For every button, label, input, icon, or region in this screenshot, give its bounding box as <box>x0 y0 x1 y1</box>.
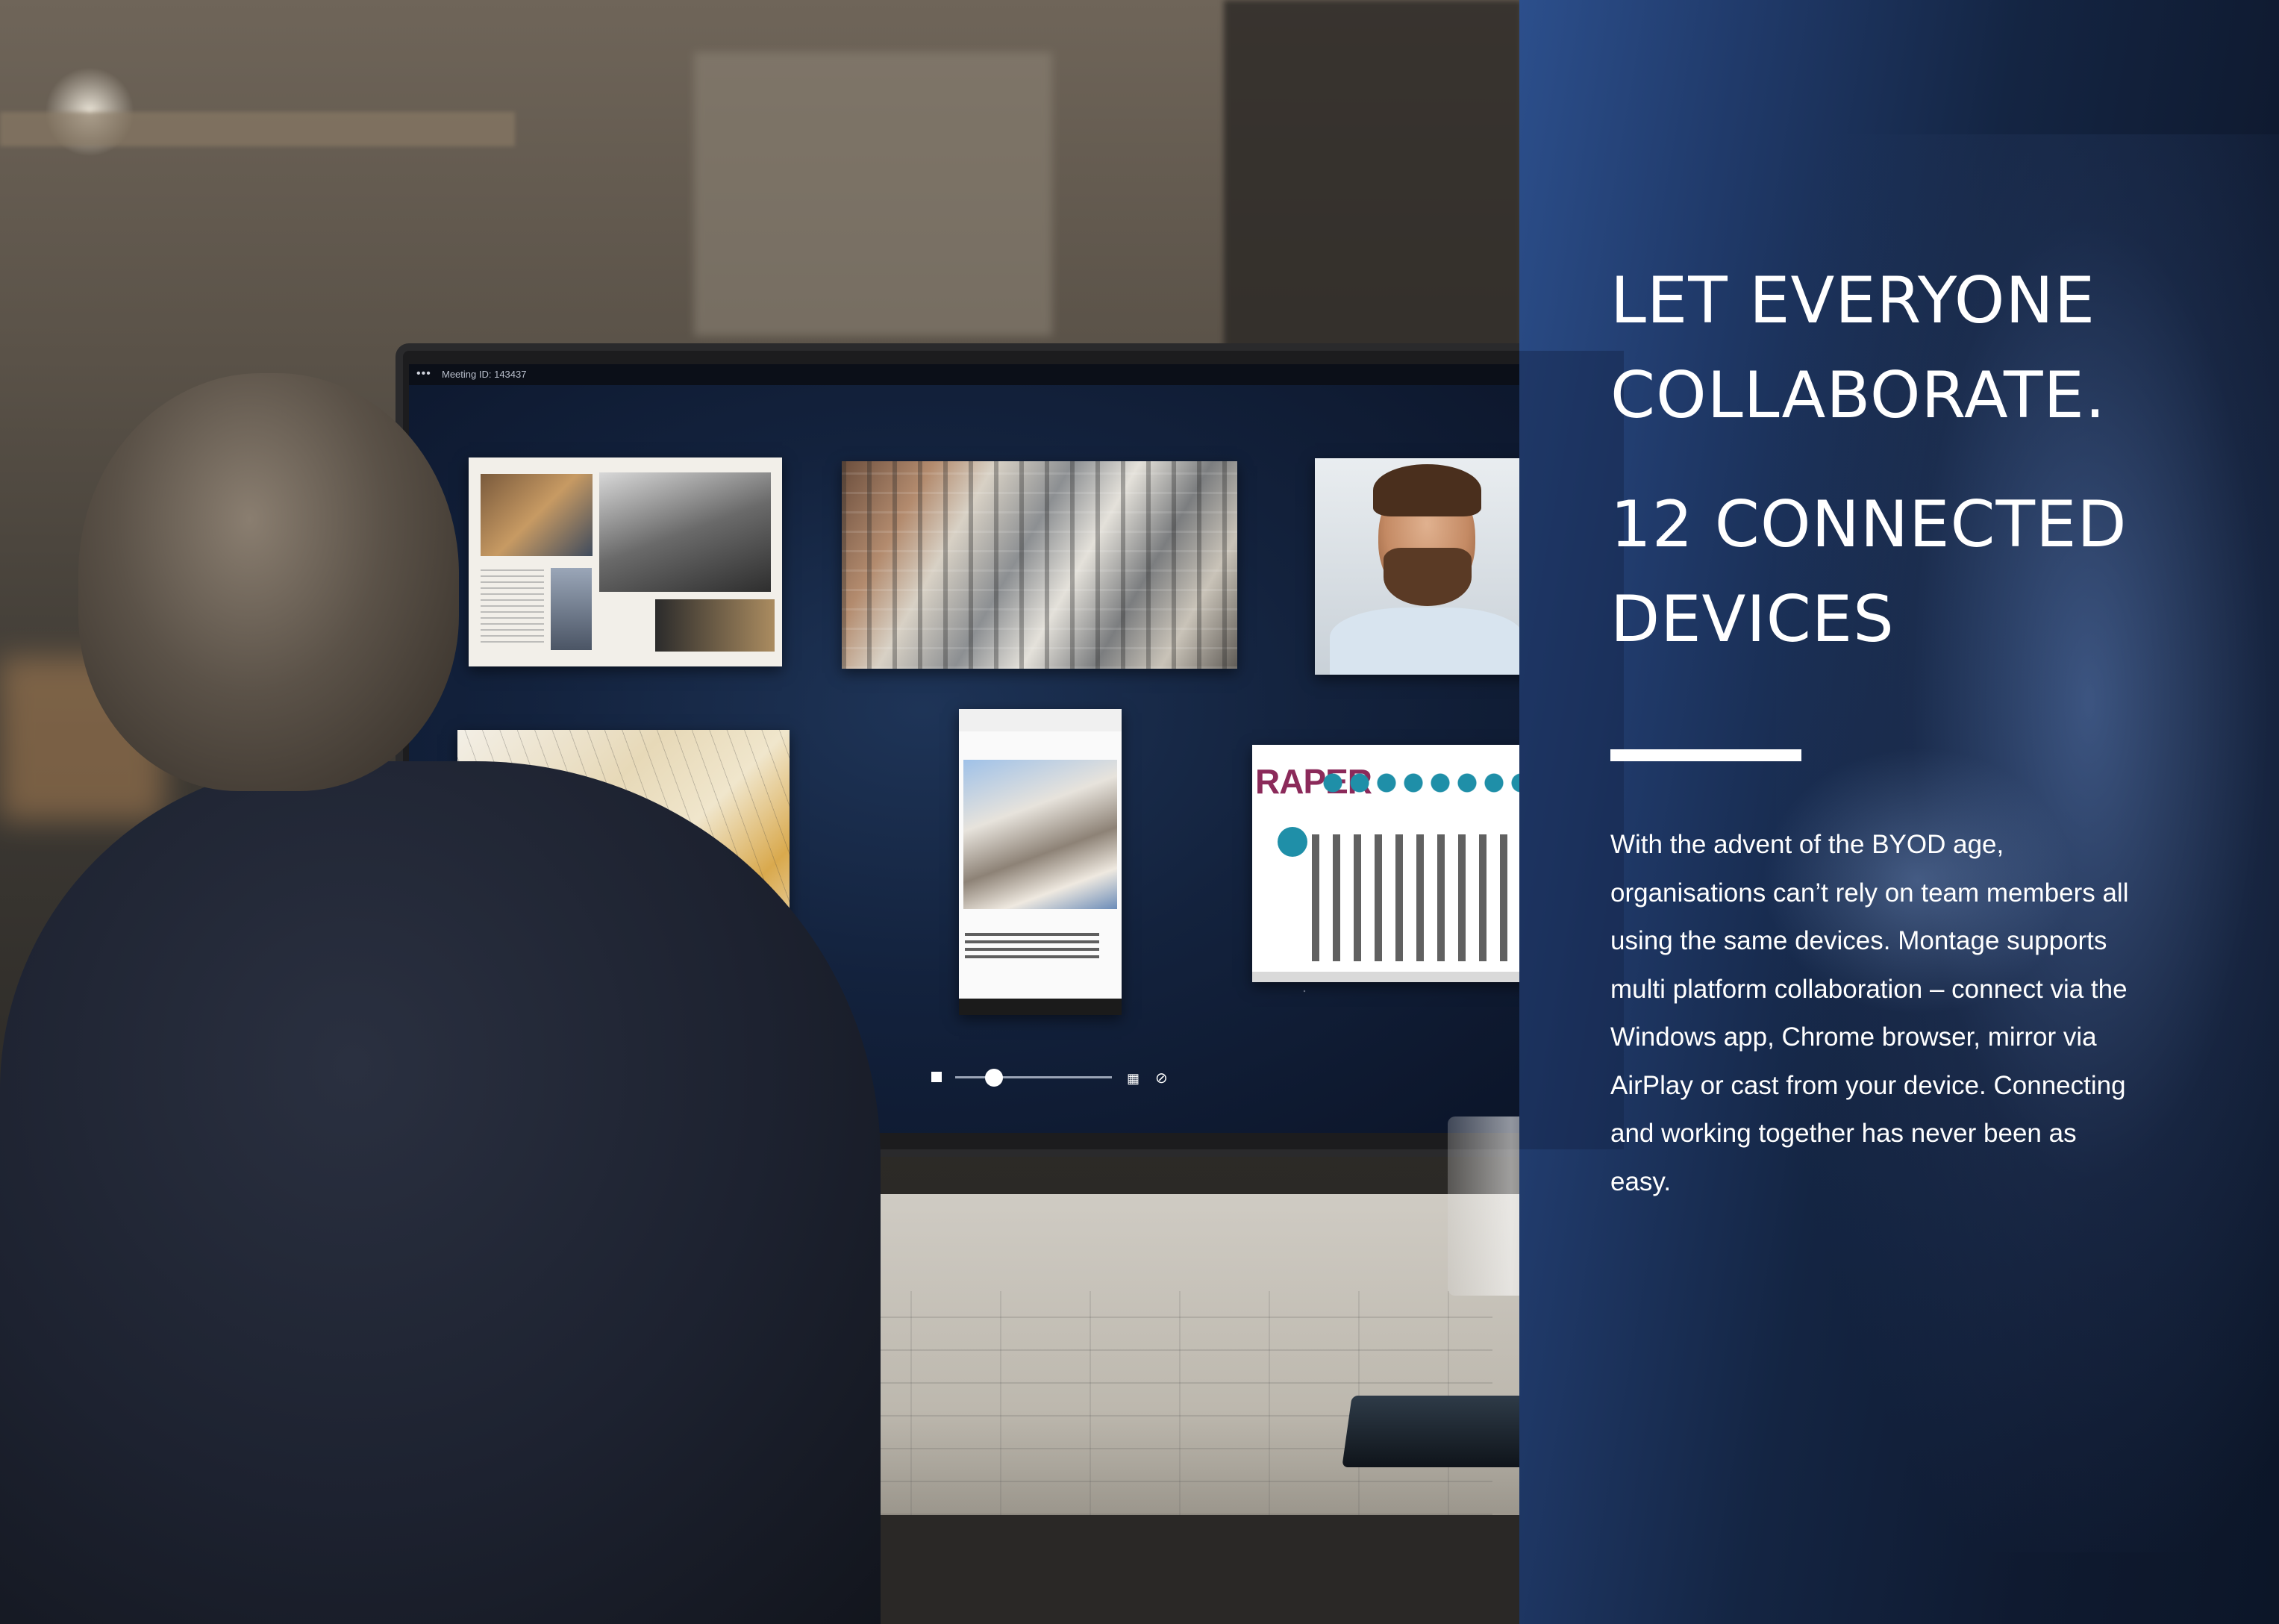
zoom-slider-track[interactable] <box>955 1076 1112 1078</box>
screen-top-bar: ••• Meeting ID: 143437 <box>409 364 1551 385</box>
meeting-id-label: Meeting ID: 143437 <box>442 369 527 380</box>
shared-tile-phone-screen[interactable] <box>959 709 1122 1015</box>
grid-view-icon[interactable]: ▦ <box>1127 1071 1140 1087</box>
menu-dots-icon[interactable]: ••• <box>416 367 431 381</box>
shared-tile-infographic[interactable]: RAPER <box>1252 745 1551 982</box>
playback-controls: ▦ ⊘ <box>931 1067 1319 1090</box>
phone-article-title <box>965 933 1099 960</box>
phone-house-photo <box>963 760 1117 909</box>
headline-line: LET EVERYONE COLLABORATE. <box>1610 263 2107 433</box>
seated-man-back <box>0 761 881 1624</box>
shared-tile-video-call[interactable] <box>1315 458 1539 675</box>
headline-collaborate: LET EVERYONE COLLABORATE. <box>1610 254 2106 443</box>
wall-shelf <box>0 112 515 146</box>
phone-nav-bar <box>959 999 1122 1015</box>
ad-page: ••• Meeting ID: 143437 RAPER ▦ ⊘ LET EVE… <box>0 0 2279 1624</box>
city-buildings <box>842 461 1237 669</box>
caller-beard <box>1384 548 1472 606</box>
caller-shirt <box>1330 608 1524 675</box>
headline-devices: 12 CONNECTED DEVICES <box>1610 478 2128 667</box>
magazine-text-block <box>481 569 544 644</box>
magazine-photo <box>599 472 771 592</box>
body-paragraph: With the advent of the BYOD age, organis… <box>1610 830 2129 1196</box>
infographic-skyscraper-bars <box>1312 834 1551 961</box>
seated-man-head <box>78 373 459 791</box>
divider-rule <box>1610 749 1801 761</box>
browser-taskbar <box>1252 972 1551 982</box>
zoom-slider-handle[interactable] <box>985 1069 1003 1087</box>
wall-shadow <box>1224 0 1522 388</box>
shared-tile-aerial-city[interactable] <box>842 461 1237 669</box>
magazine-photo <box>551 568 592 650</box>
infographic-year-markers <box>1323 773 1547 793</box>
caller-hair <box>1373 464 1481 516</box>
headline-line: 12 CONNECTED DEVICES <box>1610 487 2128 657</box>
magazine-photo <box>655 599 775 652</box>
phone-status-bar <box>959 709 1122 731</box>
magazine-photo <box>481 474 593 556</box>
wall-pinboard <box>694 52 1052 336</box>
shared-tile-magazine[interactable] <box>469 457 782 666</box>
monitor-edge-tinted <box>1519 351 1624 1149</box>
stop-icon[interactable] <box>931 1072 942 1082</box>
mute-icon[interactable]: ⊘ <box>1155 1069 1168 1087</box>
infographic-badge <box>1278 827 1307 857</box>
